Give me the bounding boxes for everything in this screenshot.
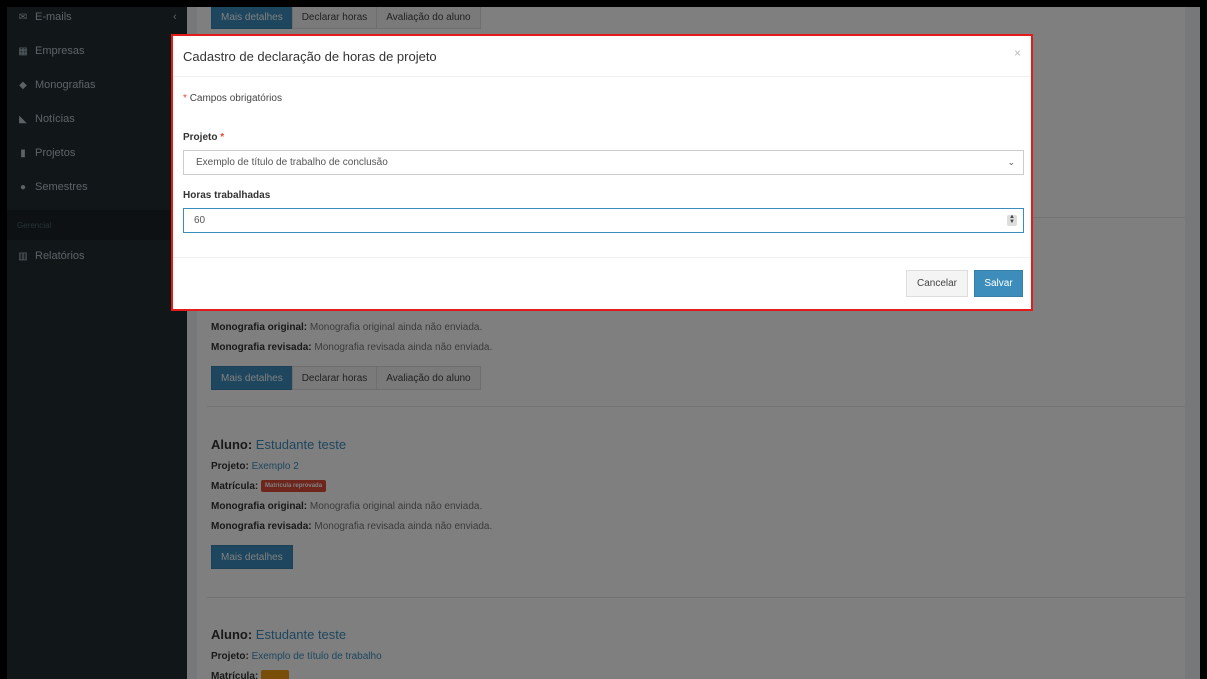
label-text: Projeto bbox=[183, 132, 218, 143]
required-star: * bbox=[183, 93, 187, 104]
required-fields-note: * Campos obrigatórios bbox=[183, 93, 282, 104]
cancel-button[interactable]: Cancelar bbox=[906, 270, 968, 297]
horas-label: Horas trabalhadas bbox=[183, 190, 271, 201]
required-star: * bbox=[220, 132, 225, 143]
horas-input[interactable]: 60 ▲ ▼ bbox=[183, 208, 1024, 233]
spinner-icon[interactable]: ▲ ▼ bbox=[1007, 214, 1017, 226]
chevron-down-icon: ⌄ bbox=[1007, 157, 1015, 167]
required-note-text: Campos obrigatórios bbox=[189, 93, 282, 104]
save-button[interactable]: Salvar bbox=[974, 270, 1023, 297]
projeto-selected-value: Exemplo de título de trabalho de conclus… bbox=[196, 157, 388, 168]
declaracao-horas-modal: Cadastro de declaração de horas de proje… bbox=[171, 34, 1033, 311]
horas-value: 60 bbox=[194, 215, 206, 226]
close-icon[interactable]: × bbox=[1014, 46, 1021, 60]
modal-header-divider bbox=[173, 76, 1031, 77]
modal-title: Cadastro de declaração de horas de proje… bbox=[183, 49, 437, 64]
projeto-select[interactable]: Exemplo de título de trabalho de conclus… bbox=[183, 150, 1024, 175]
projeto-label: Projeto * bbox=[183, 132, 224, 143]
modal-footer-divider bbox=[173, 257, 1031, 258]
